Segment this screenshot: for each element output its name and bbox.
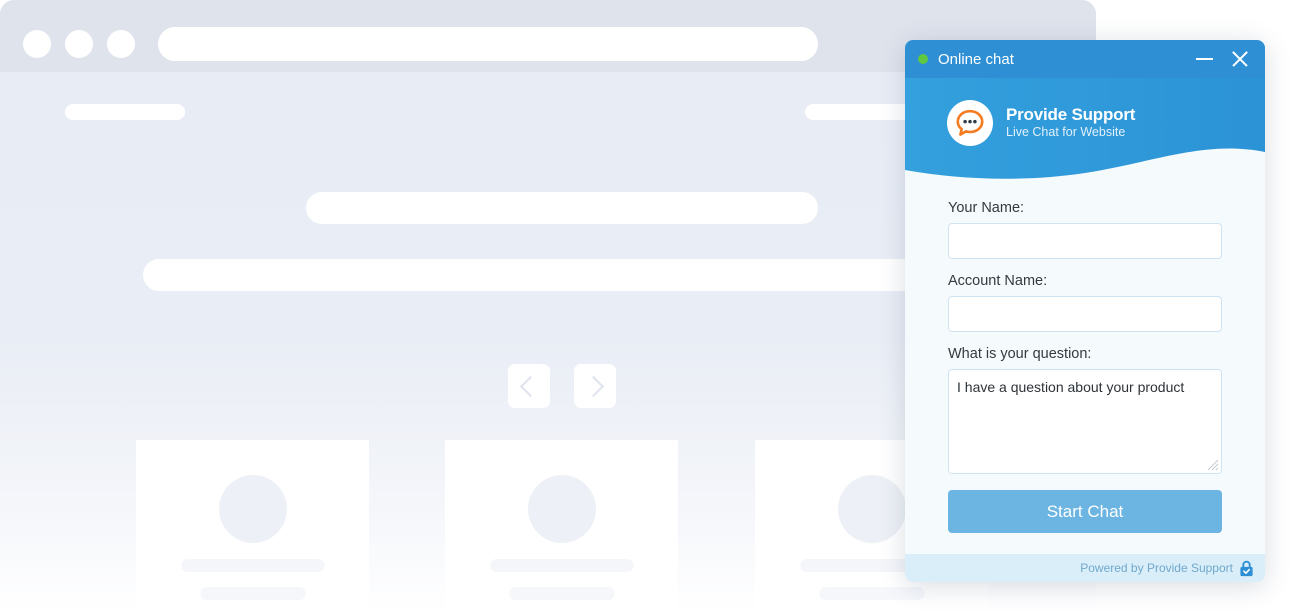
chat-footer: Powered by Provide Support [905,554,1265,582]
titlebar-actions [1191,46,1253,72]
traffic-light-maximize[interactable] [107,30,135,58]
brand-text-block: Provide Support Live Chat for Website [1006,105,1135,141]
hero-subheading-placeholder [143,259,973,291]
avatar-placeholder [837,475,906,543]
close-icon[interactable] [1227,46,1253,72]
account-input[interactable] [948,296,1222,332]
chevron-right-icon [582,375,605,397]
speech-bubble-logo-icon [947,100,993,146]
account-field-label: Account Name: [948,273,1048,289]
traffic-light-minimize[interactable] [65,30,93,58]
pre-chat-form: Your Name: Account Name: What is your qu… [905,188,1265,554]
secure-lock-icon[interactable] [1239,560,1254,577]
online-status-dot [918,54,928,64]
minimize-icon[interactable] [1191,46,1217,72]
avatar-placeholder [218,475,287,543]
name-input[interactable] [948,223,1222,259]
skeleton-card [136,440,369,614]
avatar-placeholder [527,475,596,543]
card-subtitle-placeholder [819,587,924,600]
skeleton-card [445,440,678,614]
question-textarea[interactable] [948,369,1222,474]
traffic-light-close[interactable] [23,30,51,58]
hero-heading-placeholder [306,192,818,224]
start-chat-button[interactable]: Start Chat [948,490,1222,533]
carousel-prev-button[interactable] [508,364,550,408]
card-subtitle-placeholder [200,587,305,600]
brand-tagline: Live Chat for Website [1006,125,1126,140]
card-title-placeholder [181,559,324,572]
chat-titlebar[interactable]: Online chat [905,40,1265,78]
name-field-label: Your Name: [948,200,1025,216]
chevron-left-icon [519,375,542,397]
chat-title: Online chat [938,50,1014,68]
powered-by-label: Powered by Provide Support [1080,561,1233,575]
question-textarea-wrapper [948,369,1222,474]
card-title-placeholder [490,559,633,572]
brand-name: Provide Support [1006,104,1136,124]
online-chat-widget: Online chat Provide Support Live Chat fo… [905,40,1265,582]
address-bar[interactable] [158,27,818,61]
site-logo-placeholder [65,104,185,120]
chat-brand-header: Provide Support Live Chat for Website [905,78,1265,188]
carousel-next-button[interactable] [574,364,616,408]
card-subtitle-placeholder [509,587,614,600]
brand-lockup: Provide Support Live Chat for Website [947,100,1135,146]
question-field-label: What is your question: [948,346,1092,362]
